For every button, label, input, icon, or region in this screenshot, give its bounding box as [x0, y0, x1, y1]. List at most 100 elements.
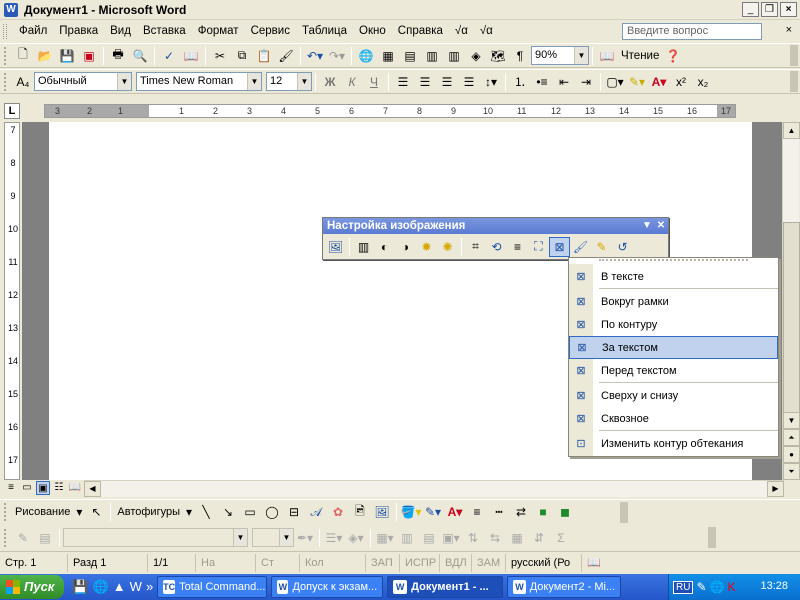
- tray-antivirus-icon[interactable]: K: [727, 580, 735, 594]
- menu-view[interactable]: Вид: [104, 22, 137, 41]
- open-icon[interactable]: 📂: [34, 46, 56, 66]
- font-color-icon[interactable]: A▾: [648, 72, 670, 92]
- help-question-input[interactable]: Введите вопрос: [622, 23, 762, 40]
- justify-icon[interactable]: ☰: [458, 72, 480, 92]
- set-transparent-color-icon[interactable]: ✎: [591, 237, 612, 257]
- shading-icon[interactable]: ◈▾: [345, 528, 367, 548]
- horizontal-scrollbar[interactable]: ◀ ▶: [84, 480, 784, 497]
- less-brightness-icon[interactable]: ✺: [437, 237, 458, 257]
- bold-button[interactable]: Ж: [319, 72, 341, 92]
- toolbar-options[interactable]: [620, 501, 628, 523]
- line-spacing-icon[interactable]: ↕▾: [480, 72, 502, 92]
- autosum-icon[interactable]: Σ: [550, 528, 572, 548]
- scroll-thumb[interactable]: [783, 222, 800, 442]
- align-left-icon[interactable]: ☰: [392, 72, 414, 92]
- equation-icon[interactable]: √α: [449, 22, 474, 41]
- tab-selector[interactable]: L: [4, 103, 20, 119]
- scroll-right-icon[interactable]: ▶: [767, 481, 784, 497]
- fill-color-icon[interactable]: 🪣▾: [400, 502, 422, 522]
- highlight-icon[interactable]: ✎▾: [626, 72, 648, 92]
- start-button[interactable]: Пуск: [0, 575, 65, 599]
- close-button[interactable]: ×: [780, 2, 797, 17]
- wrap-tight-item[interactable]: ⊠ По контуру: [569, 313, 778, 336]
- pen-icon[interactable]: ✒▾: [294, 528, 316, 548]
- font-size-select[interactable]: 12 ▼: [266, 72, 312, 91]
- previous-page-icon[interactable]: ⏶: [783, 429, 800, 446]
- distribute-rows-icon[interactable]: ⇅: [462, 528, 484, 548]
- horizontal-ruler[interactable]: 3 2 1 1 2 3 4 5 6 7 8 9 10 11 12 13 14 1…: [44, 104, 736, 118]
- align-icon[interactable]: ☰▾: [323, 528, 345, 548]
- arrow-icon[interactable]: ↘: [217, 502, 239, 522]
- menu-edit[interactable]: Правка: [53, 22, 104, 41]
- more-brightness-icon[interactable]: ✹: [416, 237, 437, 257]
- split-cells-icon[interactable]: ▤: [418, 528, 440, 548]
- superscript-icon[interactable]: x²: [670, 72, 692, 92]
- new-document-icon[interactable]: 🗋: [12, 46, 34, 66]
- save-icon[interactable]: 💾: [72, 579, 88, 595]
- increase-indent-icon[interactable]: ⇥: [575, 72, 597, 92]
- bullets-icon[interactable]: •≡: [531, 72, 553, 92]
- edit-wrap-points-item[interactable]: ⊡ Изменить контур обтекания: [569, 432, 778, 455]
- restore-button[interactable]: ❐: [761, 2, 778, 17]
- document-map-icon[interactable]: 🗺: [487, 46, 509, 66]
- drawing-menu-button[interactable]: Рисование: [12, 506, 73, 518]
- sort-icon[interactable]: ⇵: [528, 528, 550, 548]
- color-icon[interactable]: ▥: [353, 237, 374, 257]
- toolbar-grip[interactable]: [4, 46, 8, 65]
- tray-app-icon[interactable]: ✎: [696, 580, 706, 594]
- autoformat-icon[interactable]: ▦: [506, 528, 528, 548]
- menubar-grip[interactable]: [3, 24, 7, 39]
- outline-view-icon[interactable]: ☷: [52, 481, 66, 495]
- language-indicator[interactable]: RU: [673, 580, 694, 594]
- rectangle-icon[interactable]: ▭: [239, 502, 261, 522]
- autoshapes-button[interactable]: Автофигуры: [114, 506, 183, 518]
- drawing-icon[interactable]: ◈: [465, 46, 487, 66]
- style-select[interactable]: Обычный ▼: [34, 72, 132, 91]
- task-document1[interactable]: W Документ1 - ...: [387, 576, 504, 598]
- menu-tools[interactable]: Сервис: [245, 22, 296, 41]
- dash-style-icon[interactable]: ┅: [488, 502, 510, 522]
- clip-art-icon[interactable]: 🖻: [349, 502, 371, 522]
- spelling-icon[interactable]: ✓: [158, 46, 180, 66]
- menu-format[interactable]: Формат: [192, 22, 245, 41]
- scroll-left-icon[interactable]: ◀: [84, 481, 101, 497]
- spelling-status-icon[interactable]: 📖: [582, 554, 612, 572]
- copy-icon[interactable]: ⧉: [231, 46, 253, 66]
- paste-icon[interactable]: 📋: [253, 46, 275, 66]
- menu-table[interactable]: Таблица: [296, 22, 353, 41]
- edit-icon[interactable]: ✎: [12, 528, 34, 548]
- line-style-icon[interactable]: ≡: [466, 502, 488, 522]
- align-cells-icon[interactable]: ▣▾: [440, 528, 462, 548]
- equation-editor-icon[interactable]: √α: [474, 22, 499, 41]
- borders-icon[interactable]: ▢▾: [604, 72, 626, 92]
- table-icon[interactable]: ▦▾: [374, 528, 396, 548]
- save-icon[interactable]: 💾: [56, 46, 78, 66]
- italic-button[interactable]: К: [341, 72, 363, 92]
- more-contrast-icon[interactable]: ◐: [374, 237, 395, 257]
- diagram-icon[interactable]: ✿: [327, 502, 349, 522]
- insert-picture-icon[interactable]: 🖼: [325, 237, 346, 257]
- format-painter-icon[interactable]: 🖌: [275, 46, 297, 66]
- status-ext[interactable]: ВДЛ: [440, 553, 472, 572]
- print-icon[interactable]: 🖶: [107, 46, 129, 66]
- subscript-icon[interactable]: x₂: [692, 72, 714, 92]
- word-icon[interactable]: W: [130, 579, 142, 595]
- disabled-combo-2[interactable]: ▼: [252, 528, 294, 547]
- scroll-down-icon[interactable]: ▼: [783, 412, 800, 429]
- tray-network-icon[interactable]: 🌐: [710, 580, 725, 594]
- 3d-style-icon[interactable]: ◼: [554, 502, 576, 522]
- distribute-cols-icon[interactable]: ⇆: [484, 528, 506, 548]
- text-box-icon[interactable]: ⊟: [283, 502, 305, 522]
- toolbar-options[interactable]: [790, 45, 798, 66]
- menu-window[interactable]: Окно: [353, 22, 392, 41]
- reset-picture-icon[interactable]: ↺: [612, 237, 633, 257]
- insert-excel-icon[interactable]: ▥: [421, 46, 443, 66]
- shadow-style-icon[interactable]: ■: [532, 502, 554, 522]
- decrease-indent-icon[interactable]: ⇤: [553, 72, 575, 92]
- insert-picture-icon[interactable]: 🖼: [371, 502, 393, 522]
- wrap-in-front-item[interactable]: ⊠ Перед текстом: [569, 359, 778, 382]
- status-trk[interactable]: ИСПР: [400, 553, 440, 572]
- wrap-inline-item[interactable]: ⊠ В тексте: [569, 265, 778, 288]
- oval-icon[interactable]: ◯: [261, 502, 283, 522]
- help-icon[interactable]: ❓: [662, 46, 684, 66]
